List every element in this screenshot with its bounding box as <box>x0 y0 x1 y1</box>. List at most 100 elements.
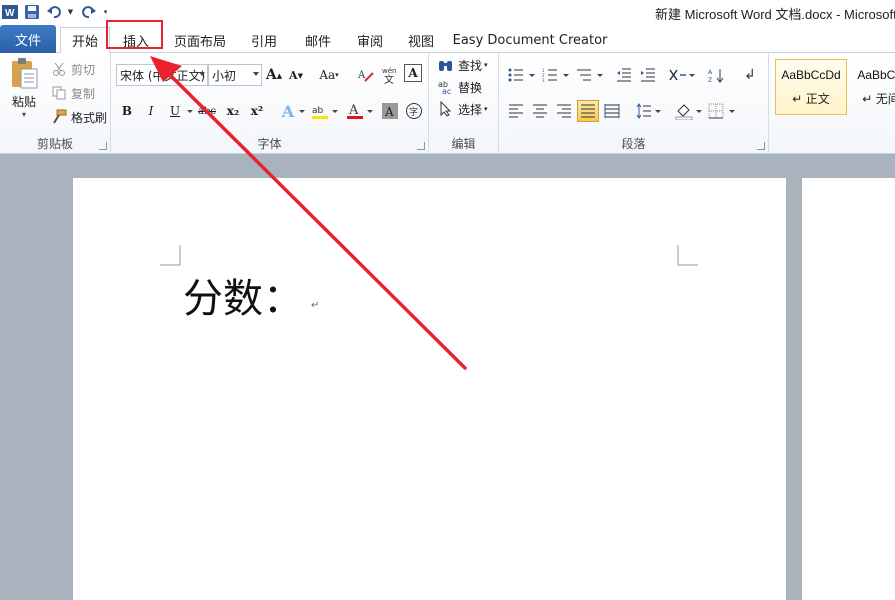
grow-font-icon[interactable]: A ▲ <box>263 64 285 86</box>
highlight-color-icon[interactable]: ab <box>309 100 331 122</box>
document-page[interactable]: 分数： ↵ <box>73 178 786 600</box>
borders-dropdown-icon[interactable] <box>729 110 735 113</box>
svg-text:A: A <box>384 105 394 119</box>
bullets-icon[interactable] <box>505 64 527 86</box>
text-effects-icon[interactable]: A <box>277 100 299 122</box>
margin-corner-top-right <box>677 245 698 266</box>
copy-label: 复制 <box>71 86 96 101</box>
line-spacing-icon[interactable] <box>633 100 655 122</box>
paste-dropdown-icon[interactable]: ▾ <box>22 110 26 119</box>
tab-page-layout[interactable]: 页面布局 <box>166 27 234 53</box>
tab-review[interactable]: 审阅 <box>346 27 394 53</box>
style-no-spacing[interactable]: AaBbCcDd ↵ 无间隔 <box>851 59 895 115</box>
character-shading-icon[interactable]: A <box>379 100 401 122</box>
ribbon: 粘贴 ▾ 剪切 复制 格式刷 剪贴板 宋体 (中文正文) 小初 A ▲ A ▼ Aa… <box>0 53 895 154</box>
highlight-dropdown-icon[interactable] <box>332 110 338 113</box>
shading-icon[interactable] <box>673 100 695 122</box>
clear-formatting-icon[interactable]: A <box>355 64 377 86</box>
paste-button[interactable]: 粘贴 ▾ <box>6 57 42 127</box>
svg-text:文: 文 <box>384 73 394 85</box>
word-icon[interactable]: W <box>0 2 20 22</box>
phonetic-guide-icon[interactable]: wén 文 <box>379 64 401 86</box>
svg-text:字: 字 <box>409 106 418 118</box>
underline-dropdown-icon[interactable] <box>187 110 193 113</box>
character-border-icon[interactable]: A <box>404 64 422 82</box>
save-icon[interactable] <box>22 2 42 22</box>
strikethrough-button[interactable]: abc <box>196 100 218 122</box>
margin-corner-top-left <box>160 245 181 266</box>
paste-label: 粘贴 <box>11 95 36 109</box>
undo-icon[interactable] <box>44 2 64 22</box>
multilevel-dropdown-icon[interactable] <box>597 74 603 77</box>
style-normal[interactable]: AaBbCcDd ↵ 正文 <box>775 59 847 115</box>
font-dialog-launcher-icon[interactable] <box>417 142 425 150</box>
document-text[interactable]: 分数： <box>183 266 303 324</box>
superscript-button[interactable]: x² <box>246 100 268 122</box>
style-no-spacing-sample: AaBbCcDd <box>857 67 895 82</box>
numbering-icon[interactable]: 123 <box>539 64 561 86</box>
italic-button[interactable]: I <box>140 100 162 122</box>
underline-button[interactable]: U <box>164 100 186 122</box>
line-spacing-dropdown-icon[interactable] <box>655 110 661 113</box>
replace-button[interactable]: ab ac 替换 <box>437 77 482 97</box>
bold-button[interactable]: B <box>116 100 138 122</box>
paragraph-mark-icon: ↵ <box>311 300 320 311</box>
shrink-font-icon[interactable]: A ▼ <box>285 64 307 86</box>
select-button[interactable]: 选择 ▾ <box>437 99 488 119</box>
align-right-icon[interactable] <box>553 100 575 122</box>
font-size-combo[interactable]: 小初 <box>208 64 262 86</box>
tab-easy-document-creator[interactable]: Easy Document Creator <box>452 27 608 53</box>
tab-mailings[interactable]: 邮件 <box>294 27 342 53</box>
cut-label: 剪切 <box>71 62 96 77</box>
svg-text:Z: Z <box>708 77 712 83</box>
svg-text:W: W <box>5 8 15 19</box>
enclose-characters-icon[interactable]: 字 <box>403 100 425 122</box>
show-hide-marks-icon[interactable]: ↲ <box>739 64 761 86</box>
font-color-dropdown-icon[interactable] <box>367 110 373 113</box>
svg-text:wén: wén <box>382 67 396 75</box>
bullets-dropdown-icon[interactable] <box>529 74 535 77</box>
select-label: 选择 <box>458 102 483 117</box>
align-center-icon[interactable] <box>529 100 551 122</box>
asian-layout-icon[interactable] <box>667 64 689 86</box>
customize-qat-icon[interactable]: ▾ <box>101 2 110 22</box>
asian-layout-dropdown-icon[interactable] <box>689 74 695 77</box>
change-case-label: Aa <box>319 68 336 82</box>
cut-button[interactable]: 剪切 <box>50 59 95 79</box>
font-name-combo[interactable]: 宋体 (中文正文) <box>116 64 208 86</box>
sort-icon[interactable]: AZ <box>705 64 727 86</box>
svg-text:ac: ac <box>442 87 451 95</box>
tab-file[interactable]: 文件 <box>0 25 56 53</box>
shading-dropdown-icon[interactable] <box>696 110 702 113</box>
borders-icon[interactable] <box>705 100 727 122</box>
tab-view[interactable]: 视图 <box>397 27 445 53</box>
multilevel-list-icon[interactable] <box>573 64 595 86</box>
find-dropdown-icon: ▾ <box>484 61 488 69</box>
decrease-indent-icon[interactable] <box>613 64 635 86</box>
justify-icon[interactable] <box>577 100 599 122</box>
redo-icon[interactable] <box>79 2 99 22</box>
subscript-button[interactable]: x₂ <box>222 100 244 122</box>
paragraph-dialog-launcher-icon[interactable] <box>757 142 765 150</box>
copy-button[interactable]: 复制 <box>50 83 95 103</box>
change-case-button[interactable]: Aa ▾ <box>315 64 343 86</box>
scissors-icon <box>50 60 68 78</box>
clipboard-dialog-launcher-icon[interactable] <box>99 142 107 150</box>
numbering-dropdown-icon[interactable] <box>563 74 569 77</box>
align-left-icon[interactable] <box>505 100 527 122</box>
copy-icon <box>50 84 68 102</box>
tab-references[interactable]: 引用 <box>240 27 288 53</box>
svg-text:A: A <box>357 70 366 81</box>
svg-text:A: A <box>348 103 359 118</box>
tab-home[interactable]: 开始 <box>60 27 110 54</box>
format-painter-label: 格式刷 <box>71 110 108 125</box>
increase-indent-icon[interactable] <box>637 64 659 86</box>
find-button[interactable]: 查找 ▾ <box>437 55 488 75</box>
format-painter-button[interactable]: 格式刷 <box>50 107 107 127</box>
distributed-icon[interactable] <box>601 100 623 122</box>
insert-tab-highlight <box>106 20 163 49</box>
text-effects-dropdown-icon[interactable] <box>299 110 305 113</box>
undo-dropdown-icon[interactable]: ▼ <box>66 2 75 22</box>
font-color-icon[interactable]: A <box>344 100 366 122</box>
font-size-value: 小初 <box>212 68 237 83</box>
